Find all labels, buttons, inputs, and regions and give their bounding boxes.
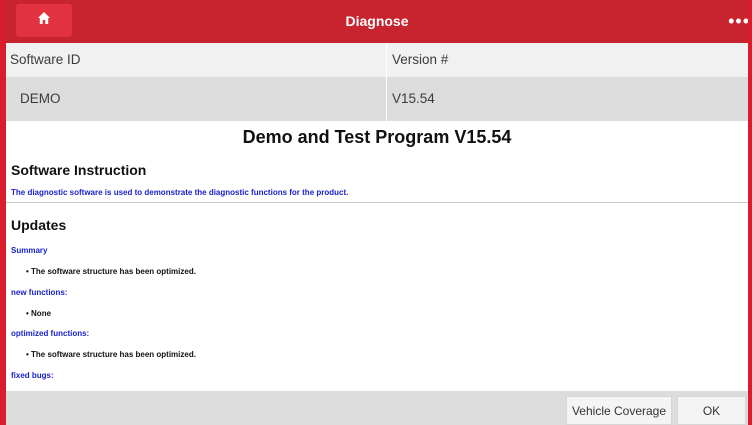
summary-label: Summary — [11, 246, 48, 255]
vehicle-coverage-button[interactable]: Vehicle Coverage — [566, 396, 672, 425]
optimized-functions-label: optimized functions: — [11, 329, 90, 338]
column-header-software-id: Software ID — [10, 52, 81, 67]
table-row[interactable]: DEMO V15.54 — [6, 77, 748, 121]
ok-button[interactable]: OK — [677, 396, 746, 425]
app-frame: Diagnose ••• Software ID Version # DEMO … — [0, 0, 752, 425]
column-header-version: Version # — [392, 52, 449, 67]
home-icon — [37, 11, 51, 30]
footer-bar: Vehicle Coverage OK — [6, 391, 748, 425]
new-functions-item: • None — [26, 309, 52, 318]
summary-item: • The software structure has been optimi… — [26, 267, 196, 276]
instruction-text: The diagnostic software is used to demon… — [11, 188, 349, 197]
fixed-bugs-label: fixed bugs: — [11, 371, 54, 380]
instruction-heading: Software Instruction — [11, 162, 147, 178]
new-functions-label: new functions: — [11, 288, 68, 297]
version-value: V15.54 — [392, 91, 435, 106]
optimized-functions-item: • The software structure has been optimi… — [26, 350, 196, 359]
title-bar: Diagnose ••• — [6, 0, 748, 43]
column-divider — [386, 43, 387, 121]
table-header: Software ID Version # — [6, 43, 748, 77]
more-icon[interactable]: ••• — [728, 12, 748, 30]
updates-heading: Updates — [11, 217, 67, 233]
home-button[interactable] — [16, 4, 72, 37]
software-id-value: DEMO — [20, 91, 61, 106]
page-title: Diagnose — [345, 13, 409, 29]
program-title: Demo and Test Program V15.54 — [242, 127, 512, 147]
section-divider — [6, 202, 748, 203]
software-details: Demo and Test Program V15.54 Software In… — [6, 121, 748, 391]
